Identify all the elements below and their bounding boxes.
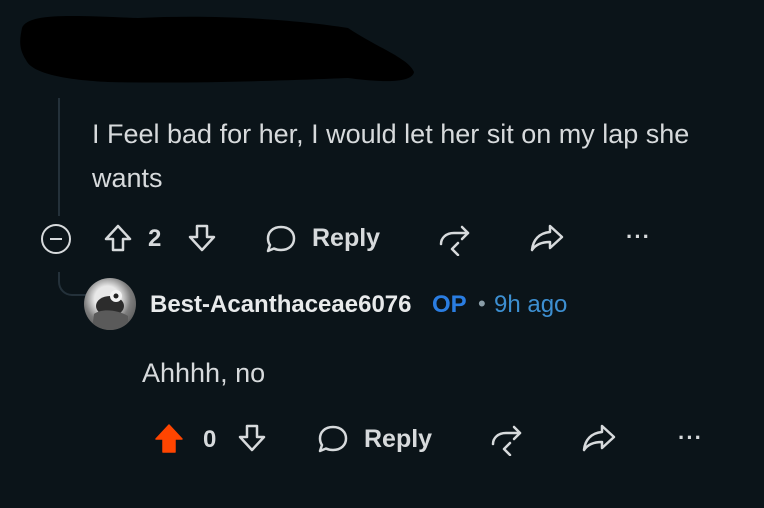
more-options-button[interactable]: ···	[626, 224, 651, 250]
downvote-icon[interactable]	[236, 422, 268, 454]
redacted-overlay	[20, 16, 414, 83]
reply-button[interactable]: Reply	[364, 425, 432, 454]
upvote-count: 2	[148, 225, 162, 252]
comment-body: Ahhhh, no	[142, 358, 266, 388]
avatar[interactable]	[84, 278, 136, 330]
award-icon[interactable]	[488, 422, 524, 456]
op-badge: OP	[432, 291, 467, 318]
upvote-icon[interactable]	[102, 222, 134, 254]
downvote-icon[interactable]	[186, 222, 218, 254]
username[interactable]: Best-Acanthaceae6076	[150, 291, 411, 319]
upvote-icon[interactable]	[152, 422, 186, 456]
more-options-button[interactable]: ···	[678, 425, 703, 451]
share-icon[interactable]	[580, 422, 618, 454]
thread-line[interactable]	[58, 272, 90, 296]
reply-button[interactable]: Reply	[312, 224, 380, 253]
avatar-image	[92, 290, 128, 330]
share-icon[interactable]	[528, 222, 566, 254]
upvote-count: 0	[203, 426, 217, 453]
reply-icon[interactable]	[316, 422, 350, 456]
thread-line[interactable]	[58, 98, 60, 216]
comment-body: I Feel bad for her, I would let her sit …	[92, 119, 690, 193]
reply-icon[interactable]	[264, 222, 298, 256]
collapse-thread-button[interactable]	[41, 224, 71, 254]
timestamp: 9h ago	[494, 291, 568, 318]
award-icon[interactable]	[436, 222, 472, 256]
separator-dot: •	[478, 291, 486, 316]
